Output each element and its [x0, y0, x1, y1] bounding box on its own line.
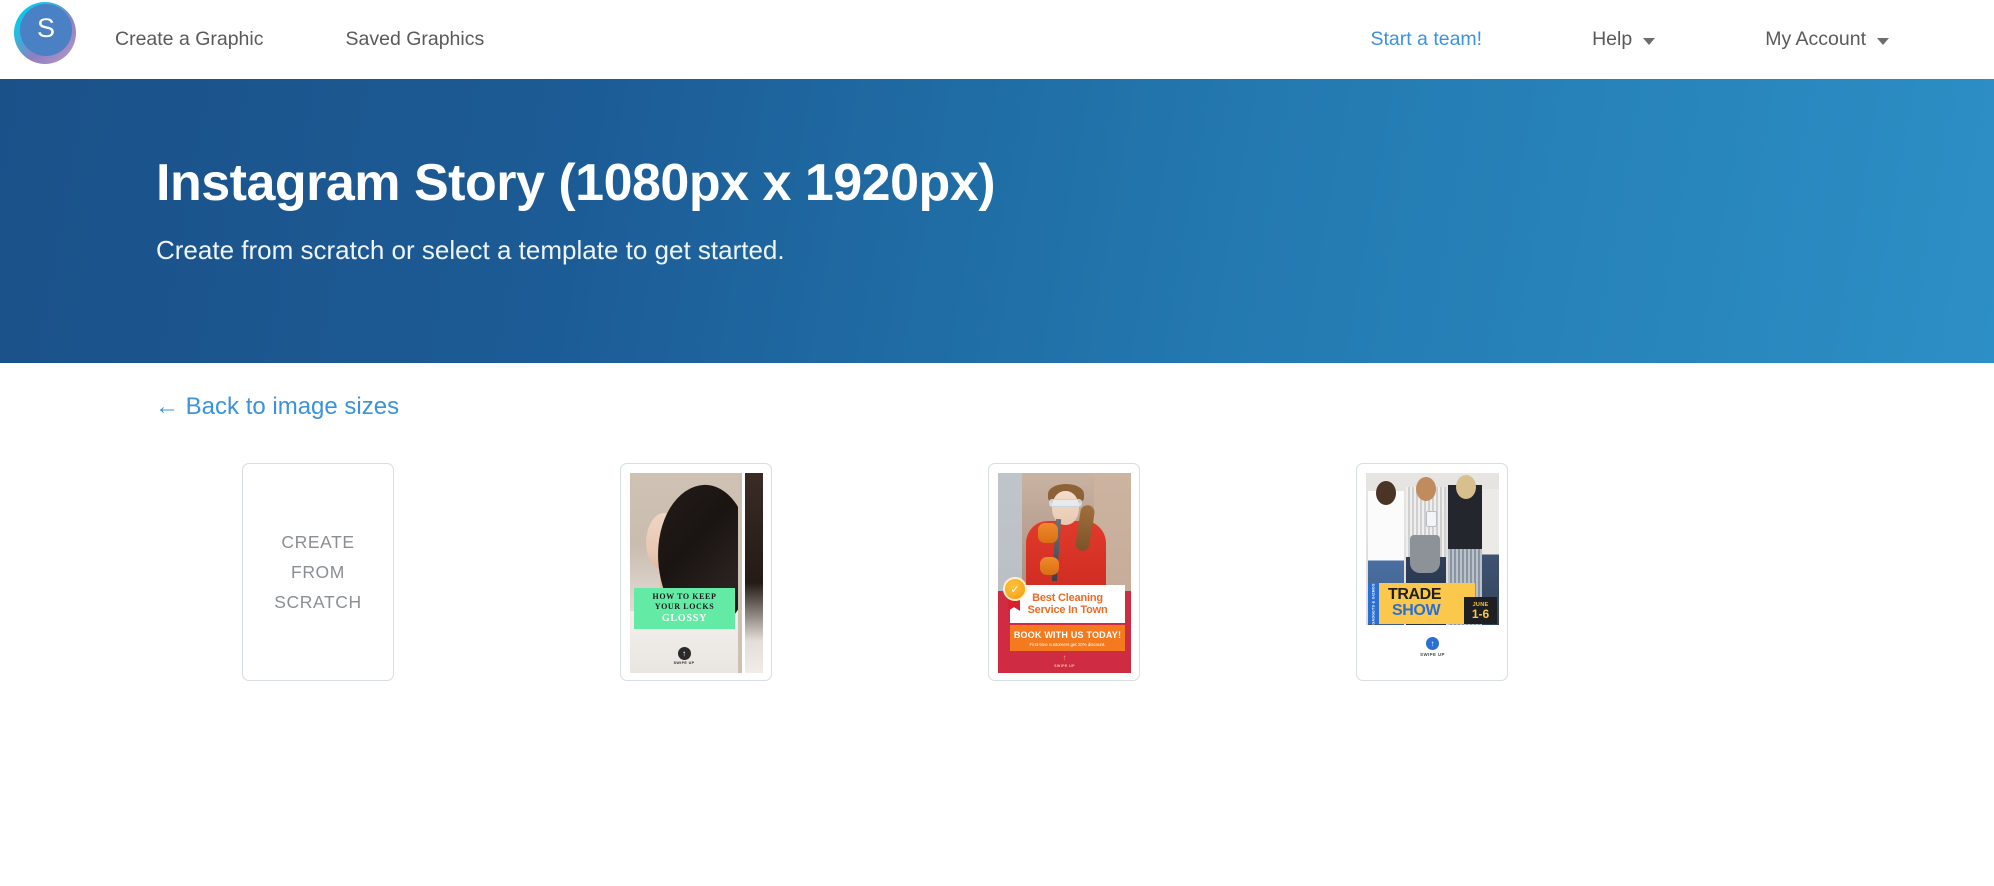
template-thumbnail: GADGETS & GIZMOS TRADE SHOW JUNE 1-6 ↑ S… [1366, 473, 1499, 673]
back-to-image-sizes-link[interactable]: ← Back to image sizes [155, 393, 399, 421]
thumbnail-side-strip [742, 473, 763, 673]
swipe-up-label: SWIPE UP [1420, 652, 1445, 657]
template-grid: CREATE FROM SCRATCH HOW TO KEEP YOUR LOC… [0, 463, 1994, 713]
hero-banner: Instagram Story (1080px x 1920px) Create… [0, 79, 1994, 363]
nav-item-label: Start a team! [1370, 28, 1483, 50]
nav-item-saved-graphics[interactable]: Saved Graphics [346, 28, 485, 51]
headline-line-3: GLOSSY [661, 612, 708, 624]
cta-subtext: First-time customers get 20% discount. [1029, 641, 1106, 647]
thumbnail-photo [998, 473, 1131, 591]
headline-line-1: TRADE [1388, 586, 1442, 603]
headline-line-2: YOUR LOCKS [654, 601, 715, 611]
arrow-up-glyph: ↑ [682, 648, 686, 658]
nav-item-help[interactable]: Help [1592, 28, 1656, 51]
main-content: ← Back to image sizes CREATE FROM SCRATC… [0, 363, 1994, 886]
photo-bag [1410, 535, 1440, 573]
app-logo[interactable]: S [14, 2, 76, 64]
headline-line-1: Best Cleaning [1032, 591, 1103, 604]
headline-line-2: SHOW [1392, 602, 1441, 619]
nav-item-label: My Account [1765, 28, 1866, 50]
template-card-cleaning-service[interactable]: ✓ Best Cleaning Service In Town BOOK WIT… [988, 463, 1140, 681]
template-side-label: GADGETS & GIZMOS [1368, 583, 1379, 624]
swipe-up-group: ↑ SWIPE UP [998, 651, 1131, 668]
nav-item-create-a-graphic[interactable]: Create a Graphic [115, 28, 264, 51]
template-thumbnail: HOW TO KEEP YOUR LOCKS GLOSSY ↑ SWIPE UP [630, 473, 763, 673]
template-headline-box: Best Cleaning Service In Town [1010, 585, 1125, 623]
chevron-down-icon [1643, 38, 1656, 45]
top-navigation-bar: S Create a Graphic Saved Graphics Start … [0, 0, 1994, 79]
chevron-down-icon [1877, 38, 1889, 45]
secondary-nav: Start a team! Help My Account [1370, 0, 1994, 79]
template-cta-bar: BOOK WITH US TODAY! First-time customers… [1010, 625, 1125, 651]
create-from-scratch-label: CREATE FROM SCRATCH [243, 464, 393, 680]
scratch-line-1: CREATE [281, 531, 355, 552]
headline-line-1: HOW TO KEEP [652, 591, 717, 601]
arrow-up-glyph: ↑ [1430, 638, 1435, 648]
photo-goggles [1049, 499, 1082, 507]
arrow-up-glyph: ↑ [1062, 652, 1067, 662]
primary-nav: Create a Graphic Saved Graphics [115, 0, 566, 79]
photo-glove-upper [1038, 523, 1058, 543]
photo-glove-lower [1040, 557, 1059, 575]
nav-item-label: Create a Graphic [115, 28, 264, 50]
swipe-up-icon: ↑ [1426, 637, 1439, 650]
photo-head-1 [1376, 481, 1396, 505]
photo-head-3 [1456, 475, 1476, 499]
check-glyph: ✓ [1010, 583, 1020, 596]
template-card-glossy-locks[interactable]: HOW TO KEEP YOUR LOCKS GLOSSY ↑ SWIPE UP [620, 463, 772, 681]
nav-item-label: Help [1592, 28, 1633, 50]
headline-line-2: Service In Town [1027, 604, 1108, 616]
swipe-up-icon: ↑ [677, 647, 691, 660]
side-label-text: GADGETS & GIZMOS [1371, 582, 1376, 625]
photo-phone [1426, 511, 1437, 527]
event-date-box: JUNE 1-6 [1464, 597, 1497, 624]
thumbnail-photo [630, 473, 738, 673]
swipe-up-group: ↑ SWIPE UP [630, 647, 738, 665]
award-badge-icon: ✓ [1003, 577, 1027, 601]
nav-item-start-a-team[interactable]: Start a team! [1370, 28, 1482, 51]
scratch-line-2: FROM [291, 561, 345, 582]
template-card-trade-show[interactable]: GADGETS & GIZMOS TRADE SHOW JUNE 1-6 ↑ S… [1356, 463, 1508, 681]
template-headline-band: HOW TO KEEP YOUR LOCKS GLOSSY [634, 588, 735, 629]
template-thumbnail: ✓ Best Cleaning Service In Town BOOK WIT… [998, 473, 1131, 673]
template-card-create-from-scratch[interactable]: CREATE FROM SCRATCH [242, 463, 394, 681]
page-subtitle: Create from scratch or select a template… [156, 234, 785, 265]
swipe-up-label: SWIPE UP [673, 661, 695, 665]
swipe-up-icon: ↑ [1058, 651, 1071, 664]
swipe-up-group: ↑ SWIPE UP [1366, 637, 1499, 657]
logo-letter: S [20, 4, 72, 56]
page-title: Instagram Story (1080px x 1920px) [156, 154, 996, 212]
photo-head-2 [1416, 477, 1436, 501]
nav-item-my-account[interactable]: My Account [1765, 28, 1889, 51]
scratch-line-3: SCRATCH [274, 592, 362, 613]
swipe-up-label: SWIPE UP [1054, 664, 1075, 668]
event-days: 1-6 [1471, 606, 1490, 621]
nav-item-label: Saved Graphics [345, 28, 485, 50]
cta-label: BOOK WITH US TODAY! [1013, 629, 1122, 640]
